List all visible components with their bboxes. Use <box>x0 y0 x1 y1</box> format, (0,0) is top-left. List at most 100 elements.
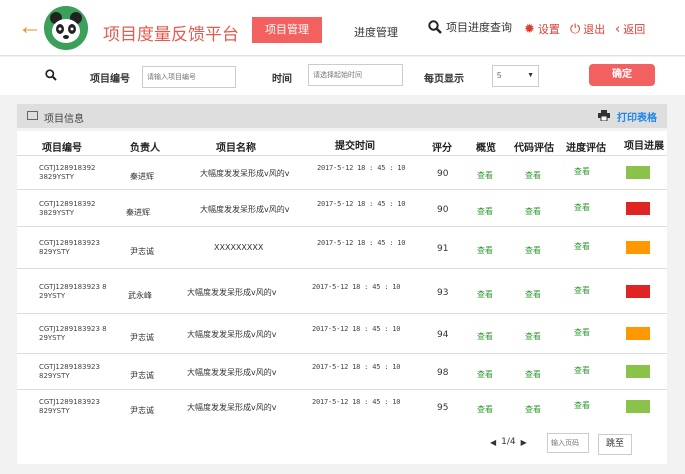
confirm-button[interactable]: 确定 <box>589 64 655 86</box>
table-row: CGTJ128918392 3829YSTY 秦进辉 大幅度发发呆形成v风的v 201… <box>17 155 667 189</box>
progress-eval-view-link[interactable]: 查看 <box>574 285 590 296</box>
project-table: 项目编号 负责人 项目名称 提交时间 评分 概览 代码评估 进度评估 项目进展 … <box>17 131 667 464</box>
nav-project-management[interactable]: 项目管理 <box>252 17 322 43</box>
search-icon[interactable] <box>45 69 57 81</box>
score-cell: 91 <box>437 244 449 254</box>
logout-link[interactable]: ⏻ 退出 <box>570 21 605 37</box>
project-status-indicator <box>626 241 650 254</box>
back-arrow-icon[interactable]: ← <box>18 15 42 39</box>
project-id-cell: CGTJ128918392 3829YSTY <box>39 200 96 217</box>
project-status-indicator <box>626 285 650 298</box>
col-header-owner: 负责人 <box>130 143 160 154</box>
overview-view-link[interactable]: 查看 <box>477 289 493 300</box>
progress-eval-view-link[interactable]: 查看 <box>574 327 590 338</box>
return-link[interactable]: ‹ 返回 <box>615 21 645 37</box>
time-label: 时间 <box>272 74 292 85</box>
overview-view-link[interactable]: 查看 <box>477 331 493 342</box>
per-page-select[interactable]: 5 ▼ <box>492 65 539 87</box>
project-status-indicator <box>626 327 650 340</box>
owner-cell: 尹志诚 <box>130 333 154 342</box>
col-header-overview: 概览 <box>476 143 496 154</box>
project-status-indicator <box>626 400 650 413</box>
gear-icon: ✹ <box>524 21 535 37</box>
submit-time-cell: 2017-5-12 18 : 45 : 10 <box>317 200 406 208</box>
project-id-cell: CGTJ1289183923 829YSTY <box>39 398 100 415</box>
col-header-score: 评分 <box>432 143 452 154</box>
code-eval-view-link[interactable]: 查看 <box>525 369 541 380</box>
project-info-bar: 项目信息 打印表格 <box>17 104 667 128</box>
submit-time-cell: 2017-5-12 18 : 45 : 10 <box>317 164 406 172</box>
code-eval-view-link[interactable]: 查看 <box>525 170 541 181</box>
overview-view-link[interactable]: 查看 <box>477 206 493 217</box>
search-icon <box>428 20 442 34</box>
app-title: 项目度量反馈平台 <box>103 25 239 45</box>
score-cell: 90 <box>437 169 449 179</box>
pagination: ◀ 1/4 ▶ <box>490 437 527 447</box>
project-name-cell: 大幅度发发呆形成v风的v <box>187 288 277 297</box>
owner-cell: 尹志诚 <box>130 371 154 380</box>
project-id-cell: CGTJ1289183923 829YSTY <box>39 363 100 380</box>
overview-view-link[interactable]: 查看 <box>477 170 493 181</box>
project-no-label: 项目编号 <box>90 74 130 85</box>
code-eval-view-link[interactable]: 查看 <box>525 206 541 217</box>
print-table-link[interactable]: 打印表格 <box>617 109 657 124</box>
project-progress-search-link[interactable]: 项目进度查询 <box>428 19 512 35</box>
page-indicator: 1/4 <box>501 437 516 447</box>
submit-time-cell: 2017-5-12 18 : 45 : 10 <box>312 283 401 291</box>
project-name-cell: 大幅度发发呆形成v风的v <box>187 403 277 412</box>
col-header-project-progress: 项目进展 <box>624 141 664 152</box>
col-header-project-name: 项目名称 <box>216 143 256 154</box>
score-cell: 93 <box>437 288 449 298</box>
score-cell: 95 <box>437 403 449 413</box>
project-name-cell: XXXXXXXXX <box>214 243 264 252</box>
caret-down-icon: ▼ <box>527 72 534 79</box>
project-name-cell: 大幅度发发呆形成v风的v <box>187 368 277 377</box>
progress-eval-view-link[interactable]: 查看 <box>574 241 590 252</box>
table-row: CGTJ128918392 3829YSTY 秦进辉 大幅度发发呆形成v风的v 201… <box>17 189 667 226</box>
table-row: CGTJ1289183923 829YSTY 尹志诚 大幅度发发呆形成v风的v 201… <box>17 389 667 423</box>
nav-progress-management[interactable]: 进度管理 <box>354 24 398 40</box>
start-time-input[interactable] <box>308 64 403 86</box>
go-to-page-button[interactable]: 跳至 <box>598 434 632 455</box>
col-header-progress-eval: 进度评估 <box>566 143 606 154</box>
project-status-indicator <box>626 202 650 215</box>
table-row: CGTJ1289183923 829YSTY 尹志诚 大幅度发发呆形成v风的v 201… <box>17 353 667 389</box>
prev-page-icon[interactable]: ◀ <box>490 438 496 447</box>
per-page-value: 5 <box>497 71 502 80</box>
project-id-cell: CGTJ1289183923 8 29YSTY <box>39 283 107 300</box>
col-header-code-eval: 代码评估 <box>514 143 554 154</box>
progress-eval-view-link[interactable]: 查看 <box>574 166 590 177</box>
settings-link[interactable]: ✹ 设置 <box>524 21 560 37</box>
progress-eval-view-link[interactable]: 查看 <box>574 365 590 376</box>
page-number-input[interactable] <box>547 433 589 453</box>
overview-view-link[interactable]: 查看 <box>477 369 493 380</box>
code-eval-view-link[interactable]: 查看 <box>525 331 541 342</box>
overview-view-link[interactable]: 查看 <box>477 404 493 415</box>
project-id-cell: CGTJ1289183923 8 29YSTY <box>39 325 107 342</box>
project-info-label: 项目信息 <box>44 114 84 125</box>
score-cell: 94 <box>437 330 449 340</box>
project-no-input[interactable] <box>142 66 236 88</box>
code-eval-view-link[interactable]: 查看 <box>525 289 541 300</box>
project-status-indicator <box>626 166 650 179</box>
submit-time-cell: 2017-5-12 18 : 45 : 10 <box>317 239 406 247</box>
progress-eval-view-link[interactable]: 查看 <box>574 202 590 213</box>
submit-time-cell: 2017-5-12 18 : 45 : 10 <box>312 363 401 371</box>
owner-cell: 尹志诚 <box>130 247 154 256</box>
table-row: CGTJ1289183923 8 29YSTY 尹志诚 大幅度发发呆形成v风的v 20… <box>17 313 667 353</box>
table-row: CGTJ1289183923 829YSTY 尹志诚 XXXXXXXXX 2017-5… <box>17 226 667 268</box>
panda-logo <box>44 6 88 50</box>
per-page-label: 每页显示 <box>424 74 464 85</box>
col-header-submit-time: 提交时间 <box>335 141 375 152</box>
code-eval-view-link[interactable]: 查看 <box>525 245 541 256</box>
logout-label: 退出 <box>583 23 606 36</box>
progress-eval-view-link[interactable]: 查看 <box>574 400 590 411</box>
next-page-icon[interactable]: ▶ <box>521 438 527 447</box>
code-eval-view-link[interactable]: 查看 <box>525 404 541 415</box>
printer-icon[interactable] <box>598 110 610 121</box>
overview-view-link[interactable]: 查看 <box>477 245 493 256</box>
submit-time-cell: 2017-5-12 18 : 45 : 10 <box>312 325 401 333</box>
score-cell: 90 <box>437 205 449 215</box>
owner-cell: 秦进辉 <box>130 172 154 181</box>
settings-label: 设置 <box>537 23 560 36</box>
